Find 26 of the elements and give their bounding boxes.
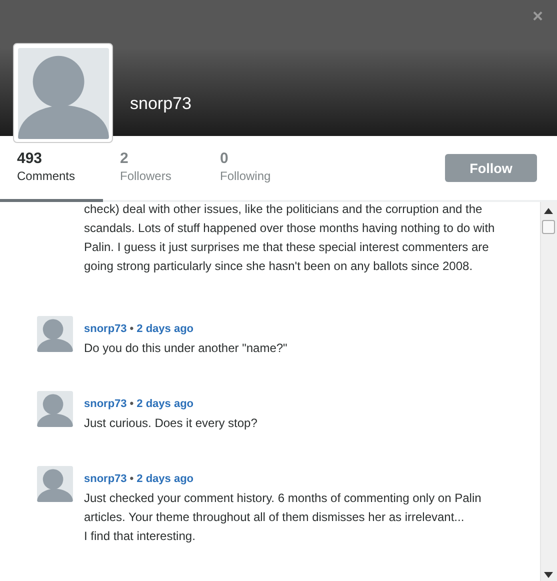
- follow-button[interactable]: Follow: [445, 154, 537, 182]
- comment-text: check) deal with other issues, like the politicians and the corruption and the scandals. Lots of stuff happened over those months having nothing to do with Palin. I guess it just surprises me that these special interest commenters are going strong particularly since she hasn't been on any ballots since 2008.: [84, 202, 496, 275]
- comment-text: Just checked your comment history. 6 months of commenting only on Palin articles. Your theme throughout all of them dismisses her as irrelevant...: [84, 490, 482, 526]
- avatar-icon: [37, 316, 73, 352]
- comment-text: Do you do this under another "name?": [84, 340, 288, 357]
- timestamp-link[interactable]: 2 days ago: [136, 397, 194, 411]
- stats-tab[interactable]: 2 Followers: [103, 144, 203, 202]
- comment-text: I find that interesting.: [84, 528, 196, 545]
- avatar-icon: [37, 466, 73, 502]
- scroll-thumb[interactable]: [542, 220, 555, 234]
- timestamp-link[interactable]: 2 days ago: [136, 322, 194, 336]
- author-link[interactable]: snorp73: [84, 472, 127, 486]
- bullet-separator: •: [130, 472, 134, 486]
- stats-tab[interactable]: 493 Comments: [0, 144, 103, 202]
- username: snorp73: [130, 94, 192, 114]
- bullet-separator: •: [130, 397, 134, 411]
- bullet-separator: •: [130, 322, 134, 336]
- timestamp-link[interactable]: 2 days ago: [136, 472, 194, 486]
- author-link[interactable]: snorp73: [84, 397, 127, 411]
- scrollbar[interactable]: [540, 202, 557, 581]
- stats-tab[interactable]: 0 Following: [203, 144, 303, 202]
- avatar-icon: [37, 391, 73, 427]
- comment-text: Just curious. Does it every stop?: [84, 415, 258, 432]
- scroll-up-icon[interactable]: [544, 208, 553, 214]
- author-link[interactable]: snorp73: [84, 322, 127, 336]
- scroll-down-icon[interactable]: [544, 572, 553, 578]
